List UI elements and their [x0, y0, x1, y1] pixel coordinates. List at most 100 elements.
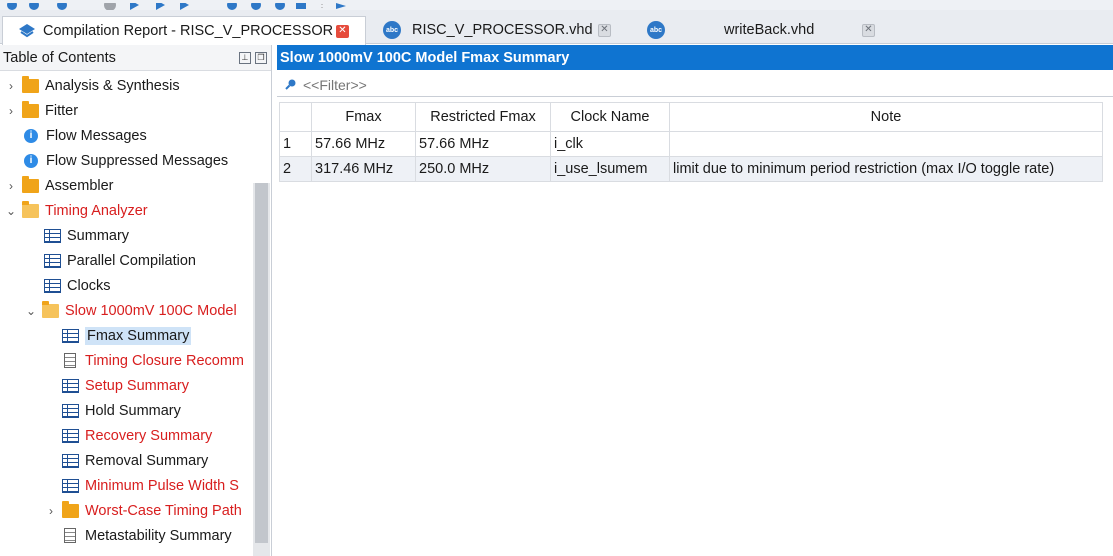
toc-item-flow-messages[interactable]: i Flow Messages — [22, 123, 147, 148]
tab-compilation-report[interactable]: Compilation Report - RISC_V_PROCESSOR ✕ — [2, 16, 366, 45]
toc-item-assembler[interactable]: › Assembler — [4, 173, 114, 198]
table-of-contents-panel: Table of Contents ⊥ ❐ › Analysis & Synth… — [0, 45, 272, 556]
report-panel: Slow 1000mV 100C Model Fmax Summary Fmax… — [277, 45, 1113, 556]
panel-controls: ⊥ ❐ — [239, 51, 267, 64]
cell-restricted-fmax: 57.66 MHz — [415, 131, 551, 157]
toc-item-label: Analysis & Synthesis — [45, 77, 180, 94]
chevron-right-icon[interactable]: › — [4, 104, 18, 118]
column-header-clock-name[interactable]: Clock Name — [550, 102, 670, 132]
cell-fmax: 57.66 MHz — [311, 131, 416, 157]
toc-item-parallel-compilation[interactable]: Parallel Compilation — [44, 248, 196, 273]
toc-item-metastability-summary[interactable]: Metastability Summary — [62, 523, 232, 548]
folder-icon — [22, 100, 39, 118]
toc-item-label: Flow Suppressed Messages — [46, 152, 229, 169]
toc-item-hold-summary[interactable]: Hold Summary — [62, 398, 181, 423]
table-icon — [44, 228, 61, 243]
toc-item-label: Clocks — [67, 277, 111, 294]
toc-item-label: Timing Analyzer — [45, 202, 148, 219]
toc-item-removal-summary[interactable]: Removal Summary — [62, 448, 208, 473]
filter-bar — [277, 73, 1113, 97]
column-header-index[interactable] — [279, 102, 312, 132]
toc-item-label: Summary — [67, 227, 130, 244]
toc-title: Table of Contents — [3, 49, 116, 66]
table-header-row: Fmax Restricted Fmax Clock Name Note — [279, 102, 1103, 132]
filter-input[interactable] — [303, 76, 603, 93]
close-icon[interactable]: ✕ — [598, 23, 611, 37]
pin-icon[interactable]: ⊥ — [239, 51, 251, 64]
toc-item-setup-summary[interactable]: Setup Summary — [62, 373, 189, 398]
toc-item-label: Hold Summary — [85, 402, 181, 419]
table-icon — [62, 453, 79, 468]
abc-file-icon: abc — [646, 20, 666, 40]
cell-fmax: 317.46 MHz — [311, 156, 416, 182]
tab-label: Compilation Report - RISC_V_PROCESSOR — [43, 23, 334, 39]
close-icon[interactable]: ✕ — [336, 24, 349, 38]
document-icon — [64, 528, 76, 543]
fmax-summary-table: Fmax Restricted Fmax Clock Name Note 1 5… — [279, 102, 1103, 182]
tab-bar: Compilation Report - RISC_V_PROCESSOR ✕ … — [0, 10, 1113, 45]
folder-icon — [22, 175, 39, 193]
folder-icon — [62, 500, 79, 518]
table-row[interactable]: 1 57.66 MHz 57.66 MHz i_clk — [279, 131, 1103, 157]
toc-header: Table of Contents ⊥ ❐ — [0, 45, 271, 71]
toc-item-minimum-pulse-width[interactable]: Minimum Pulse Width S — [62, 473, 239, 498]
table-row[interactable]: 2 317.46 MHz 250.0 MHz i_use_lsumem limi… — [279, 156, 1103, 182]
folder-open-icon — [22, 200, 39, 218]
toc-item-worst-case-timing-paths[interactable]: › Worst-Case Timing Path — [44, 498, 242, 523]
table-icon — [44, 278, 61, 293]
chevron-right-icon[interactable]: › — [4, 179, 18, 193]
document-icon — [64, 353, 76, 368]
toc-item-label: Recovery Summary — [85, 427, 213, 444]
tab-writeback-vhd[interactable]: abc writeBack.vhd ✕ — [632, 16, 892, 44]
cell-note: limit due to minimum period restriction … — [669, 156, 1103, 182]
toolbar-icons[interactable] — [0, 0, 360, 10]
toc-item-recovery-summary[interactable]: Recovery Summary — [62, 423, 212, 448]
tab-risc-v-processor-vhd[interactable]: abc RISC_V_PROCESSOR.vhd ✕ — [368, 16, 628, 44]
chevron-down-icon[interactable]: ⌄ — [24, 304, 38, 318]
column-header-restricted-fmax[interactable]: Restricted Fmax — [415, 102, 551, 132]
table-icon — [62, 328, 79, 343]
table-icon — [62, 478, 79, 493]
table-icon — [62, 403, 79, 418]
toc-item-clocks[interactable]: Clocks — [44, 273, 111, 298]
close-icon[interactable]: ✕ — [862, 23, 875, 37]
cell-clock-name: i_use_lsumem — [550, 156, 670, 182]
column-header-note[interactable]: Note — [669, 102, 1103, 132]
column-header-fmax[interactable]: Fmax — [311, 102, 416, 132]
cell-note — [669, 131, 1103, 157]
toc-item-label: Parallel Compilation — [67, 252, 196, 269]
restore-window-icon[interactable]: ❐ — [255, 51, 267, 64]
tab-label: RISC_V_PROCESSOR.vhd — [412, 22, 593, 38]
toc-item-flow-suppressed-messages[interactable]: i Flow Suppressed Messages — [22, 148, 228, 173]
toc-item-label: Slow 1000mV 100C Model — [65, 302, 237, 319]
toc-item-analysis-synthesis[interactable]: › Analysis & Synthesis — [4, 73, 180, 98]
chevron-right-icon[interactable]: › — [44, 504, 58, 518]
report-title: Slow 1000mV 100C Model Fmax Summary — [277, 45, 1113, 70]
toc-item-label: Removal Summary — [85, 452, 209, 469]
toc-item-label: Setup Summary — [85, 377, 189, 394]
tab-label: writeBack.vhd — [724, 22, 815, 38]
chevron-right-icon[interactable]: › — [4, 79, 18, 93]
table-icon — [62, 428, 79, 443]
toc-item-summary[interactable]: Summary — [44, 223, 129, 248]
toc-item-label: Fitter — [45, 102, 79, 119]
info-icon: i — [24, 128, 38, 143]
toc-item-label: Metastability Summary — [85, 527, 232, 544]
toolbar — [0, 0, 1113, 10]
cell-restricted-fmax: 250.0 MHz — [415, 156, 551, 182]
compilation-report-icon — [17, 21, 37, 41]
chevron-down-icon[interactable]: ⌄ — [4, 204, 18, 218]
search-icon — [285, 77, 297, 93]
toc-item-fitter[interactable]: › Fitter — [4, 98, 78, 123]
toc-scrollbar-thumb[interactable] — [255, 183, 268, 543]
toc-item-fmax-summary[interactable]: Fmax Summary — [62, 323, 192, 348]
abc-file-icon: abc — [382, 20, 402, 40]
row-index: 1 — [279, 131, 312, 157]
toc-item-slow-model[interactable]: ⌄ Slow 1000mV 100C Model — [24, 298, 237, 323]
toc-item-timing-closure[interactable]: Timing Closure Recomm — [62, 348, 244, 373]
cell-clock-name: i_clk — [550, 131, 670, 157]
toc-item-timing-analyzer[interactable]: ⌄ Timing Analyzer — [4, 198, 148, 223]
toc-item-label: Assembler — [45, 177, 114, 194]
folder-open-icon — [42, 300, 59, 318]
toc-item-label: Flow Messages — [46, 127, 147, 144]
